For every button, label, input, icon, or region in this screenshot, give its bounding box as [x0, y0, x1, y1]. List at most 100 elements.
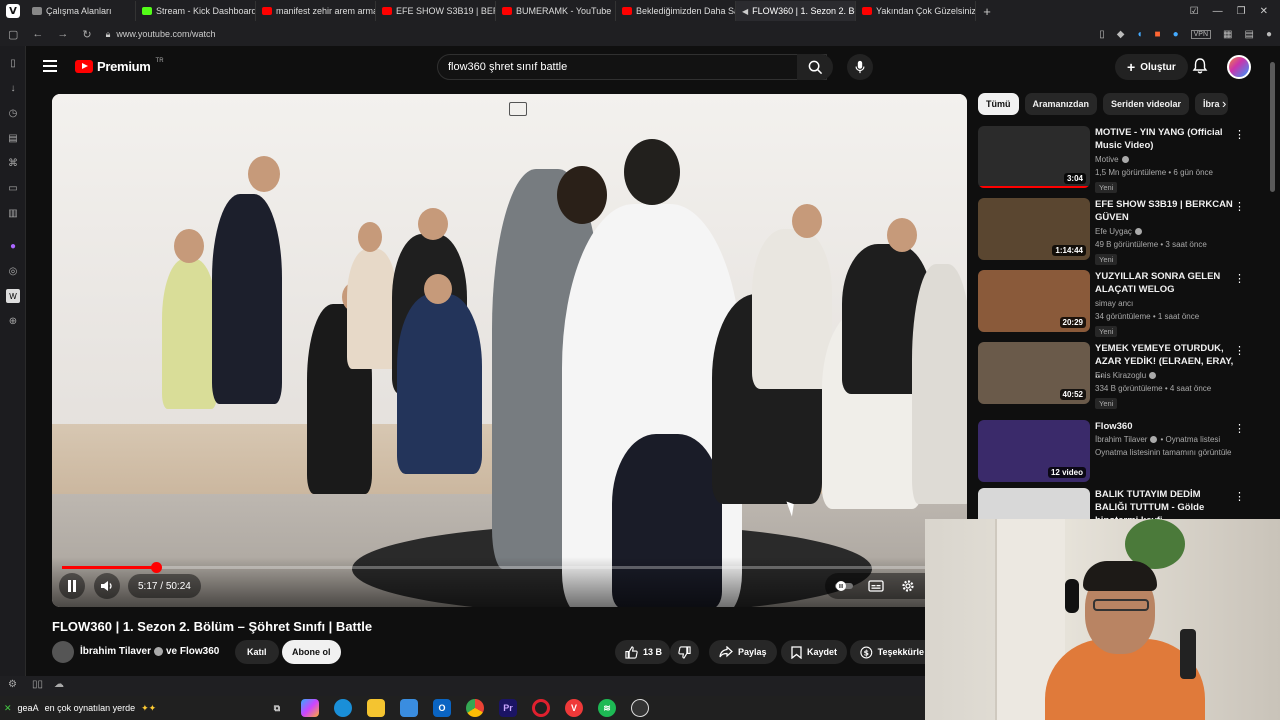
audio-playing-icon[interactable]: ◀ [742, 7, 748, 16]
recommendation-item[interactable]: 40:52 YEMEK YEMEYE OTURDUK, AZAR YEDİK! (… [978, 342, 1258, 409]
history-panel-icon[interactable]: ◷ [6, 106, 20, 120]
more-actions-icon[interactable]: ⋮ [1234, 422, 1245, 435]
channel-name[interactable]: İbrahim Tilaver [80, 646, 151, 657]
bookmarks-panel-icon[interactable]: ▯ [6, 56, 20, 70]
chip-from-search[interactable]: Aramanızdan [1024, 93, 1098, 115]
like-button[interactable]: 13 B [615, 640, 671, 664]
recommendation-channel[interactable]: Efe Uygaç [1095, 227, 1142, 236]
more-actions-icon[interactable]: ⋮ [1234, 490, 1245, 503]
back-icon[interactable]: ← [32, 28, 43, 40]
more-actions-icon[interactable]: ⋮ [1234, 344, 1245, 357]
channel-collab[interactable]: ve Flow360 [166, 646, 219, 657]
forward-icon[interactable]: → [57, 28, 68, 40]
video-thumbnail[interactable]: 40:52 [978, 342, 1090, 404]
dislike-button[interactable] [670, 640, 699, 664]
channel-name-group[interactable]: İbrahim Tilaver ve Flow360 [80, 646, 219, 657]
notes-panel-icon[interactable]: ▤ [6, 131, 20, 145]
recommendation-title[interactable]: MOTIVE - YIN YANG (Official Music Video) [1095, 126, 1235, 152]
extension-4-icon[interactable]: ● [1173, 29, 1179, 40]
extensions-icon[interactable]: ▦ [1223, 29, 1232, 40]
subtitles-button[interactable] [863, 576, 889, 596]
more-actions-icon[interactable]: ⋮ [1234, 272, 1245, 285]
reload-icon[interactable]: ↻ [82, 28, 91, 41]
mastodon-icon[interactable]: ● [6, 239, 20, 253]
progress-bar[interactable] [62, 562, 957, 573]
panel-toggle-icon[interactable]: ▢ [8, 28, 18, 41]
tab-beklediğimizden[interactable]: Beklediğimizden Daha Sam [616, 1, 736, 21]
recommendation-channel[interactable]: İbrahim Tilaver • Oynatma listesi [1095, 435, 1220, 444]
settings-button[interactable] [895, 576, 921, 596]
vivaldi-logo-icon[interactable]: V [0, 0, 26, 22]
recommendation-item[interactable]: 3:04 MOTIVE - YIN YANG (Official Music Vi… [978, 126, 1258, 193]
menu-icon[interactable] [43, 60, 57, 72]
vpn-icon[interactable]: VPN [1190, 29, 1212, 39]
bookmark-icon[interactable]: ▯ [1099, 29, 1105, 40]
tiling-icon[interactable]: ▯▯ [32, 679, 43, 690]
tab-kick-dashboard[interactable]: Stream - Kick Dashboard [136, 1, 256, 21]
video-thumbnail[interactable]: 12 video [978, 420, 1090, 482]
page-scrollbar[interactable] [1268, 48, 1276, 518]
video-thumbnail[interactable]: 3:04 [978, 126, 1090, 188]
downloads-panel-icon[interactable]: ↓ [6, 81, 20, 95]
recommendation-channel[interactable]: Enis Kirazoglu [1095, 371, 1157, 380]
close-window-icon[interactable]: ✕ [1260, 6, 1268, 17]
recommendation-channel[interactable]: Motive [1095, 155, 1129, 164]
reading-list-icon[interactable]: ▭ [6, 181, 20, 195]
chip-series[interactable]: Seriden videolar [1103, 93, 1190, 115]
minimize-icon[interactable]: — [1213, 6, 1223, 17]
edge-icon[interactable] [334, 699, 352, 717]
create-button[interactable]: + Oluştur [1115, 54, 1188, 80]
profile-icon[interactable]: ● [1266, 29, 1272, 40]
extension-2-icon[interactable]: ◖ [1137, 29, 1143, 40]
cloud-sync-icon[interactable]: ☁ [54, 679, 64, 690]
pause-button[interactable] [59, 573, 85, 599]
recommendation-title[interactable]: YUZYILLAR SONRA GELEN ALAÇATI WELOG [1095, 270, 1235, 296]
web-panel-icon[interactable]: ◎ [6, 264, 20, 278]
chevron-right-icon[interactable]: › [1222, 96, 1226, 111]
tab-flow360-active[interactable]: ◀ FLOW360 | 1. Sezon 2. Bölü [736, 1, 856, 21]
obs-icon[interactable] [631, 699, 649, 717]
spotify-icon[interactable]: ≋ [598, 699, 616, 717]
task-view-icon[interactable]: ⧉ [268, 699, 286, 717]
url-field[interactable]: 🔒︎ www.youtube.com/watch [106, 29, 216, 40]
share-button[interactable]: Paylaş [709, 640, 777, 664]
add-panel-icon[interactable]: ⊕ [6, 314, 20, 328]
recommendation-item[interactable]: 1:14:44 EFE SHOW S3B19 | BERKCAN GÜVEN Efe… [978, 198, 1258, 265]
chrome-icon[interactable] [466, 699, 484, 717]
thanks-button[interactable]: $ Teşekkürle [850, 640, 934, 664]
subscribe-button[interactable]: Abone ol [282, 640, 341, 664]
recommendation-item[interactable]: 12 video Flow360 İbrahim Tilaver • Oynatma … [978, 420, 1258, 484]
outlook-icon[interactable]: O [433, 699, 451, 717]
account-avatar[interactable] [1227, 55, 1251, 79]
taskbar-widgets[interactable]: ✕ geaA en çok oynatılan yerde ✦✦ [0, 696, 156, 720]
volume-button[interactable] [94, 573, 120, 599]
file-explorer-icon[interactable] [367, 699, 385, 717]
wikipedia-icon[interactable]: W [6, 289, 20, 303]
restore-icon[interactable]: ❐ [1237, 6, 1246, 17]
voice-search-button[interactable] [847, 54, 873, 80]
search-button[interactable] [797, 54, 833, 80]
new-tab-button[interactable]: + [976, 1, 998, 21]
video-thumbnail[interactable]: 20:29 [978, 270, 1090, 332]
autoplay-toggle[interactable] [831, 576, 857, 596]
youtube-premium-logo[interactable]: Premium TR [75, 58, 164, 74]
save-button[interactable]: Kaydet [781, 640, 848, 664]
more-actions-icon[interactable]: ⋮ [1234, 128, 1245, 141]
search-input[interactable]: flow360 şhret sınıf battle ✕ [437, 54, 827, 80]
more-actions-icon[interactable]: ⋮ [1234, 200, 1245, 213]
video-player[interactable]: 5:17 / 50:24 [52, 94, 967, 607]
premiere-icon[interactable]: Pr [499, 699, 517, 717]
settings-gear-icon[interactable]: ⚙ [8, 679, 17, 690]
extension-3-icon[interactable]: ■ [1155, 29, 1161, 40]
recommendation-channel[interactable]: simay ancı [1095, 299, 1133, 308]
extension-1-icon[interactable]: ◆ [1117, 29, 1125, 40]
tab-manifest[interactable]: manifest zehir arem arman [256, 1, 376, 21]
copilot-icon[interactable] [301, 699, 319, 717]
recommendation-item[interactable]: 20:29 YUZYILLAR SONRA GELEN ALAÇATI WELOG… [978, 270, 1258, 337]
scrollbar-thumb[interactable] [1270, 62, 1275, 192]
tab-workspaces[interactable]: Çalışma Alanları [26, 1, 136, 21]
video-thumbnail[interactable]: 1:14:44 [978, 198, 1090, 260]
join-button[interactable]: Katıl [235, 640, 279, 664]
recommendation-title[interactable]: EFE SHOW S3B19 | BERKCAN GÜVEN [1095, 198, 1235, 224]
vivaldi-icon[interactable]: V [565, 699, 583, 717]
